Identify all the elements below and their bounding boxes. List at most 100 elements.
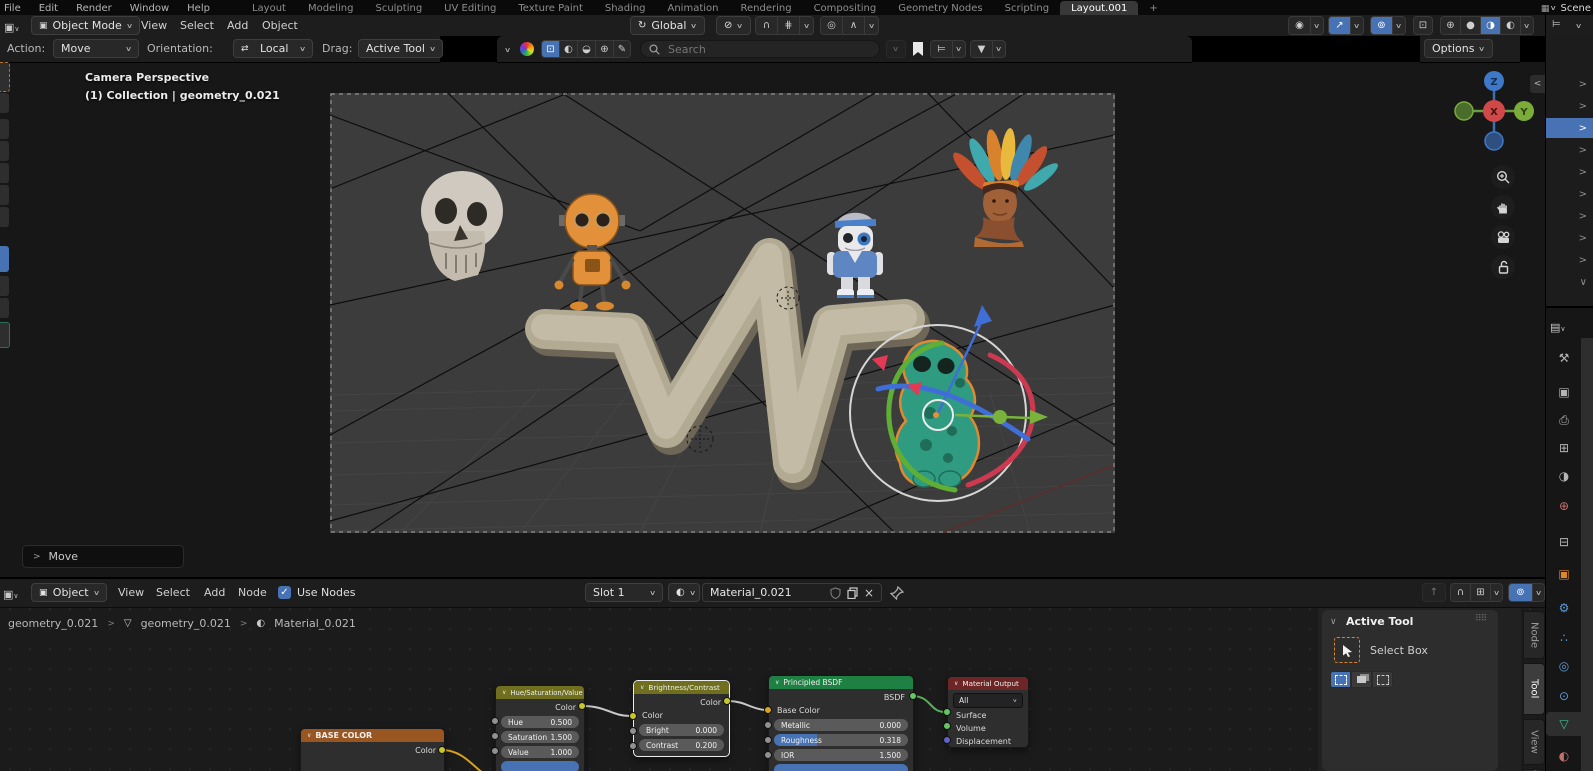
visibility-eye-icon[interactable]: ◉ (1288, 16, 1310, 35)
outliner-item-expanded[interactable]: ∨ (1546, 272, 1593, 292)
workspace-tab-compositing[interactable]: Compositing (803, 3, 888, 15)
outliner-item[interactable]: > (1546, 184, 1593, 204)
output-target-dropdown[interactable]: All ∨ (953, 693, 1023, 708)
socket-value-input[interactable] (491, 747, 499, 755)
node-base-color[interactable]: ∨ BASE COLOR Color (300, 728, 445, 771)
properties-tab-object[interactable]: ▣ (1546, 562, 1582, 586)
add-workspace-button[interactable]: + (1138, 3, 1168, 15)
add-primitive-tool-button[interactable] (0, 322, 10, 348)
socket-color-output[interactable] (438, 746, 446, 754)
transform-pivot-dropdown[interactable]: ⊘ ∨ (716, 16, 751, 35)
workspace-tab-shading[interactable]: Shading (594, 3, 657, 15)
menu-file[interactable]: File (0, 3, 30, 15)
collapse-icon[interactable]: ∨ (502, 689, 506, 696)
transform-tool-button[interactable] (0, 207, 9, 227)
chevron-down-icon[interactable]: ∨ (1575, 22, 1582, 30)
move-tool-button[interactable] (0, 141, 9, 161)
navigation-gizmo[interactable]: Z Y X (1448, 65, 1540, 157)
falloff-curve-icon[interactable]: ∧ (842, 16, 864, 35)
socket-color-input[interactable] (629, 712, 637, 720)
annotate-tool-button[interactable] (0, 276, 9, 296)
select-mode-subtract-button[interactable] (1372, 671, 1393, 688)
node-value-slider[interactable]: Metallic 0.000 (774, 719, 908, 731)
outliner-display-mode-icon[interactable]: ⊨ (1552, 19, 1561, 30)
properties-tab-tool[interactable]: ⚒ (1546, 346, 1582, 370)
socket-shader-input[interactable] (943, 708, 951, 716)
world-filter-icon[interactable]: ⊕ (595, 40, 613, 58)
properties-tab-material[interactable]: ◐ (1546, 744, 1582, 768)
outliner-item[interactable]: > (1546, 250, 1593, 270)
brush-filter-icon[interactable]: ✎ (613, 40, 631, 58)
socket-value-input[interactable] (629, 742, 637, 750)
menu-render[interactable]: Render (67, 3, 121, 15)
sidebar-collapse-arrow[interactable]: < (1530, 75, 1545, 93)
solid-shading-icon[interactable]: ● (1460, 16, 1480, 35)
funnel-filter-icon[interactable]: ▼ (970, 40, 992, 58)
socket-color-output[interactable] (578, 702, 586, 710)
camera-view-button[interactable] (1491, 225, 1515, 249)
node-principled-bsdf[interactable]: ∨ Principled BSDF BSDF Base Color Metall… (768, 675, 914, 771)
workspace-tab-geometry-nodes[interactable]: Geometry Nodes (887, 3, 993, 15)
properties-tab-data[interactable]: ▽ (1546, 712, 1582, 736)
workspace-tab-active[interactable]: Layout.001 (1060, 1, 1139, 15)
menu-help[interactable]: Help (178, 3, 219, 15)
search-input[interactable] (666, 41, 840, 57)
action-dropdown[interactable]: Move ∨ (53, 39, 139, 58)
select-mode-set-button[interactable] (1330, 671, 1351, 688)
overlays-dropdown[interactable]: ∨ (1392, 16, 1406, 35)
workspace-tab-rendering[interactable]: Rendering (729, 3, 802, 15)
sidebar-tab-view[interactable]: View (1523, 719, 1545, 765)
select-mode-extend-button[interactable] (1351, 671, 1372, 688)
workspace-tab-uv-editing[interactable]: UV Editing (433, 3, 507, 15)
node-value-slider[interactable]: IOR 1.500 (774, 749, 908, 761)
cursor-tool-button[interactable] (0, 119, 9, 139)
sidebar-tab-node[interactable]: Node (1523, 611, 1545, 659)
show-gizmo-icon[interactable]: ↗ (1328, 16, 1350, 35)
node-value-slider[interactable]: Hue 0.500 (501, 716, 579, 728)
properties-tab-render[interactable]: ▣ (1546, 380, 1582, 404)
socket-value-input[interactable] (764, 736, 772, 744)
display-mode-icon[interactable]: ⊨ (930, 40, 952, 58)
axis-z-neg-ball[interactable] (1484, 131, 1504, 151)
properties-tab-scene[interactable]: ◑ (1546, 464, 1582, 488)
properties-tab-view-layer[interactable]: ⊞ (1546, 436, 1582, 460)
display-mode-dropdown[interactable]: ∨ (952, 40, 966, 58)
rendered-shading-icon[interactable]: ◐ (1500, 16, 1520, 35)
show-overlays-icon[interactable]: ⊚ (1370, 16, 1392, 35)
gizmo-y-handle[interactable] (993, 410, 1007, 424)
node-value-slider[interactable]: Contrast 0.200 (639, 739, 724, 751)
socket-value-input[interactable] (491, 717, 499, 725)
rotate-tool-button[interactable] (0, 163, 9, 183)
proportional-edit-icon[interactable]: ◎ (820, 16, 842, 35)
properties-tab-modifiers[interactable]: ⚙ (1546, 596, 1582, 620)
properties-tab-collection[interactable]: ⊟ (1546, 530, 1582, 554)
pan-button[interactable] (1491, 195, 1515, 219)
options-button[interactable]: Options ∨ (1424, 39, 1493, 58)
scene-selector[interactable]: Scene (1561, 3, 1593, 15)
viewport-menu-view[interactable]: View (133, 15, 175, 36)
collapse-icon[interactable]: ∨ (307, 732, 311, 739)
collapse-arrow-icon[interactable]: ∨ (1330, 617, 1337, 627)
node-alpha-slider[interactable] (774, 764, 908, 771)
node-hue-saturation-value[interactable]: ∨ Hue/Saturation/Value Color Hue 0.500 Sa… (495, 685, 585, 771)
outliner-item[interactable]: > (1546, 74, 1593, 94)
viewport-menu-select[interactable]: Select (172, 15, 222, 36)
snap-dropdown[interactable]: ∨ (799, 16, 814, 35)
socket-shader-output[interactable] (909, 692, 917, 700)
workspace-tab-modeling[interactable]: Modeling (297, 3, 365, 15)
workspace-tab-animation[interactable]: Animation (657, 3, 730, 15)
bookmark-icon[interactable] (912, 41, 924, 57)
node-value-slider[interactable]: Bright 0.000 (639, 724, 724, 736)
lock-view-button[interactable] (1491, 255, 1515, 279)
collapse-icon[interactable]: ∨ (640, 684, 644, 691)
operator-redo-panel[interactable]: > Move (22, 545, 184, 568)
properties-tab-physics[interactable]: ◎ (1546, 654, 1582, 678)
menu-edit[interactable]: Edit (30, 3, 67, 15)
select-circle-tool-button[interactable] (0, 93, 9, 113)
socket-value-input[interactable] (491, 732, 499, 740)
socket-color-output[interactable] (723, 697, 731, 705)
camera-view[interactable] (330, 93, 1115, 533)
material-shading-icon[interactable]: ◑ (1480, 16, 1500, 35)
node-value-slider[interactable]: Value 1.000 (501, 746, 579, 758)
properties-tab-world[interactable]: ⊕ (1546, 494, 1582, 518)
